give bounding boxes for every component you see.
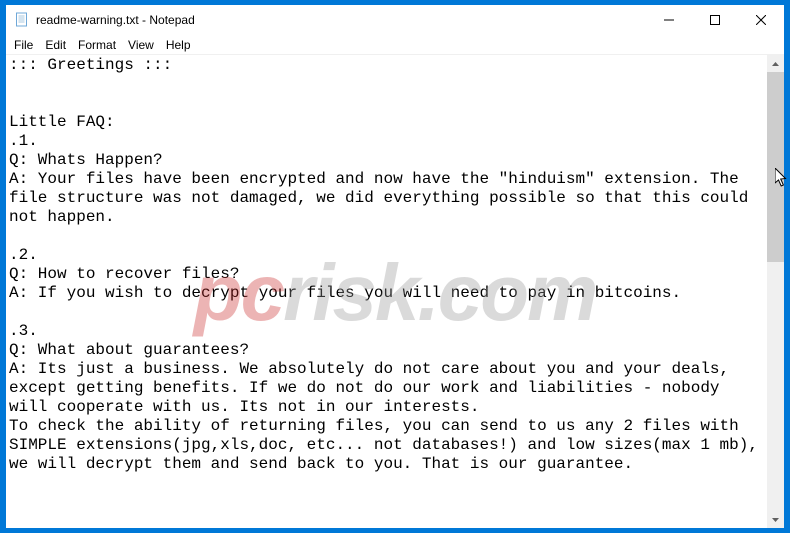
menu-edit[interactable]: Edit	[39, 37, 72, 53]
menu-format[interactable]: Format	[72, 37, 122, 53]
minimize-button[interactable]	[646, 5, 692, 35]
window-controls	[646, 5, 784, 35]
menu-help[interactable]: Help	[160, 37, 197, 53]
editor-area	[6, 54, 784, 528]
scroll-thumb[interactable]	[767, 72, 784, 262]
maximize-button[interactable]	[692, 5, 738, 35]
menubar: File Edit Format View Help	[6, 35, 784, 54]
titlebar[interactable]: readme-warning.txt - Notepad	[6, 5, 784, 35]
notepad-window: readme-warning.txt - Notepad File Edit F…	[5, 4, 785, 529]
close-button[interactable]	[738, 5, 784, 35]
notepad-icon	[14, 12, 30, 28]
window-title: readme-warning.txt - Notepad	[36, 13, 646, 27]
scroll-down-button[interactable]	[767, 511, 784, 528]
scroll-up-button[interactable]	[767, 55, 784, 72]
vertical-scrollbar[interactable]	[767, 55, 784, 528]
menu-file[interactable]: File	[8, 37, 39, 53]
text-editor[interactable]	[6, 55, 767, 528]
menu-view[interactable]: View	[122, 37, 160, 53]
